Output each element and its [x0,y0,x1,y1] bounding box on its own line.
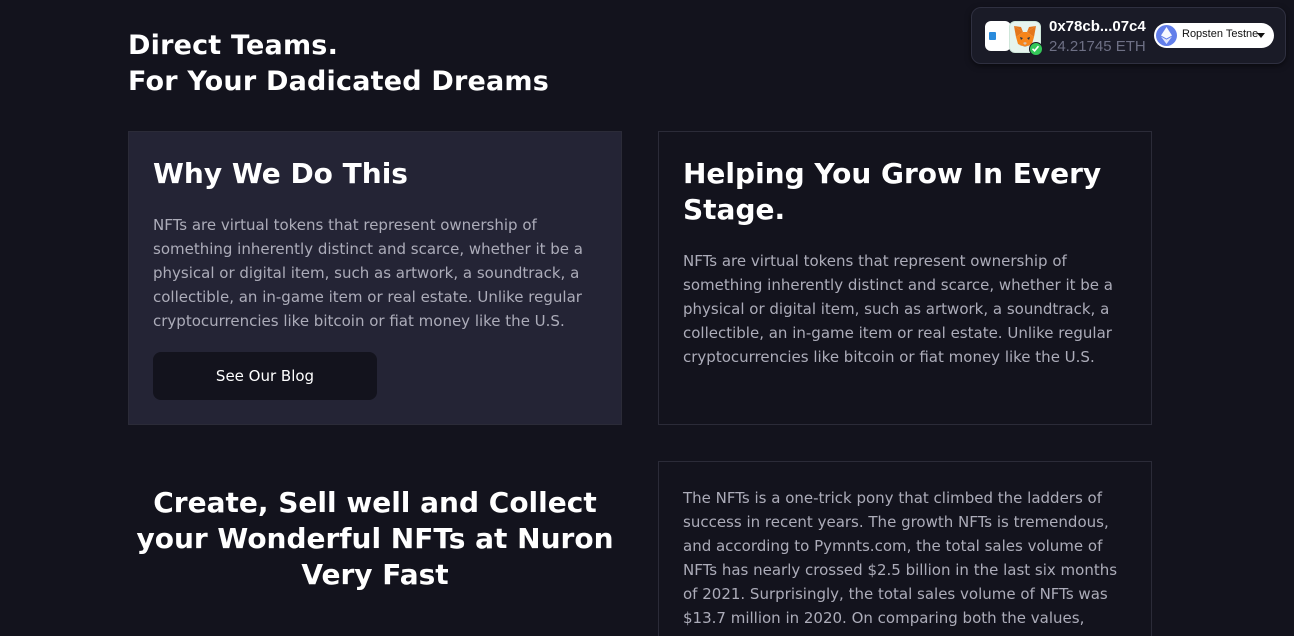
hero-title-line-2: For Your Dadicated Dreams [128,66,550,97]
nft-growth-card: The NFTs is a one-trick pony that climbe… [658,461,1152,636]
see-our-blog-button[interactable]: See Our Blog [153,352,377,400]
ethereum-icon [1156,25,1177,46]
page: Direct Teams. For Your Dadicated Dreams … [0,0,1294,636]
why-card-title: Why We Do This [153,157,408,190]
grow-card-description: NFTs are virtual tokens that represent o… [683,252,1113,366]
hero-title: Direct Teams. For Your Dadicated Dreams [128,28,549,100]
network-label: Ropsten Testnet [1182,28,1258,40]
wallet-app-icon[interactable] [985,21,1011,51]
network-selector[interactable]: Ropsten Testnet [1154,23,1274,48]
connected-check-icon [1029,42,1043,56]
helping-you-grow-card: Helping You Grow In Every Stage. NFTs ar… [658,131,1152,425]
wallet-widget[interactable]: 0x78cb...07c4 24.21745 ETH Ropsten Testn… [971,7,1286,64]
create-sell-collect-title: Create, Sell well and Collect your Wonde… [136,486,614,591]
wallet-balance: 24.21745 ETH [1049,38,1146,55]
wallet-address: 0x78cb...07c4 [1049,18,1146,35]
nft-growth-description: The NFTs is a one-trick pony that climbe… [683,489,1118,627]
chevron-down-icon [1257,33,1265,38]
hero-title-line-1: Direct Teams. [128,30,339,61]
grow-card-title: Helping You Grow In Every Stage. [683,157,1102,226]
why-card-description: NFTs are virtual tokens that represent o… [153,216,583,330]
why-we-do-this-card: Why We Do This NFTs are virtual tokens t… [128,131,622,425]
